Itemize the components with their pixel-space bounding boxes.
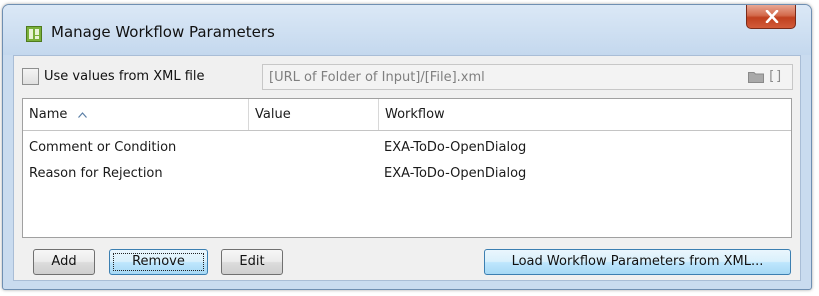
close-button[interactable]: [746, 5, 796, 29]
column-header-workflow[interactable]: Workflow: [379, 99, 791, 130]
xml-source-row: Use values from XML file []: [22, 63, 793, 93]
table-header: Name Value Workflow: [23, 99, 791, 131]
cell-workflow: EXA-ToDo-OpenDialog: [384, 140, 527, 155]
xml-path-input[interactable]: [269, 68, 709, 86]
edit-button[interactable]: Edit: [221, 249, 283, 275]
add-button[interactable]: Add: [33, 249, 95, 275]
title-bar[interactable]: Manage Workflow Parameters: [3, 5, 811, 55]
remove-button[interactable]: Remove: [109, 249, 208, 275]
sort-ascending-icon: [77, 111, 87, 118]
dialog-content: Use values from XML file [] Name Value: [13, 55, 801, 281]
xml-path-field[interactable]: []: [262, 64, 793, 90]
focus-ring: [113, 253, 204, 271]
close-icon: [765, 10, 779, 23]
use-xml-checkbox[interactable]: [22, 68, 39, 85]
dialog-window: Manage Workflow Parameters Use values fr…: [2, 4, 812, 290]
folder-icon[interactable]: [748, 71, 764, 83]
cell-name: Reason for Rejection: [29, 166, 163, 181]
use-xml-label[interactable]: Use values from XML file: [44, 69, 205, 84]
table-row[interactable]: Comment or Condition EXA-ToDo-OpenDialog: [23, 135, 791, 161]
column-header-value[interactable]: Value: [249, 99, 379, 130]
window-title: Manage Workflow Parameters: [51, 23, 275, 41]
cell-name: Comment or Condition: [29, 140, 177, 155]
cell-workflow: EXA-ToDo-OpenDialog: [384, 166, 527, 181]
table-row[interactable]: Reason for Rejection EXA-ToDo-OpenDialog: [23, 161, 791, 187]
column-header-name[interactable]: Name: [23, 99, 249, 130]
parameters-table: Name Value Workflow Comment or Condition…: [22, 98, 792, 238]
load-xml-button[interactable]: Load Workflow Parameters from XML...: [484, 249, 791, 275]
bracket-icon[interactable]: []: [767, 69, 783, 84]
app-icon: [26, 26, 42, 42]
